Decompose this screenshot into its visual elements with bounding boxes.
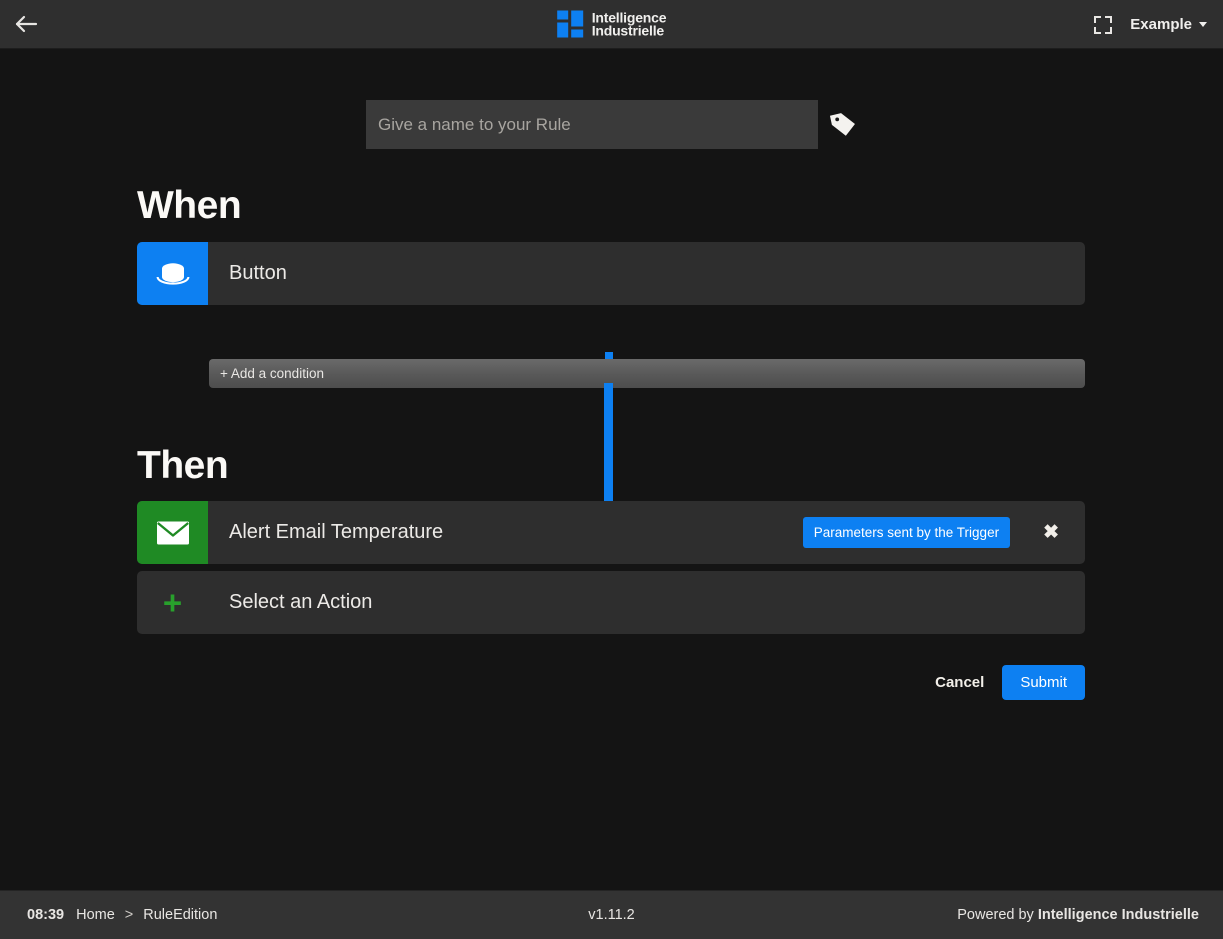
powered-by-brand: Intelligence Industrielle (1037, 907, 1199, 923)
rule-name-row (366, 100, 858, 149)
plus-icon: + (137, 571, 208, 634)
action-row[interactable]: Alert Email Temperature Parameters sent … (137, 501, 1085, 564)
app-version: v1.11.2 (588, 907, 635, 923)
status-time: 08:39 (27, 907, 65, 923)
section-title-when: When (137, 184, 242, 227)
trigger-label: Button (229, 262, 287, 284)
rule-name-input[interactable] (366, 100, 818, 149)
add-condition-button[interactable]: + Add a condition (209, 359, 1085, 388)
trigger-parameters-badge[interactable]: Parameters sent by the Trigger (802, 517, 1011, 548)
user-menu-button[interactable]: Example (1130, 16, 1207, 33)
rule-editor: When Button + Add a condition Then Alert… (0, 49, 1223, 890)
powered-by: Powered by Intelligence Industrielle (957, 907, 1199, 923)
user-menu-label: Example (1130, 16, 1192, 33)
push-button-icon (137, 242, 208, 305)
top-bar: Intelligence Industrielle Example (0, 0, 1223, 49)
chevron-down-icon (1199, 22, 1207, 27)
powered-by-prefix: Powered by (957, 907, 1038, 923)
brand-mark-icon (556, 10, 583, 38)
close-icon[interactable]: ✖ (1043, 523, 1059, 542)
tag-icon[interactable] (828, 110, 858, 140)
cancel-button[interactable]: Cancel (933, 668, 986, 697)
fullscreen-icon[interactable] (1094, 15, 1113, 34)
add-condition-label: + Add a condition (220, 366, 324, 381)
action-label: Alert Email Temperature (229, 521, 444, 543)
brand-logo: Intelligence Industrielle (556, 10, 667, 38)
submit-button[interactable]: Submit (1002, 665, 1085, 700)
breadcrumb-separator: > (124, 907, 134, 923)
brand-line-2: Industrielle (591, 22, 664, 38)
breadcrumb-current: RuleEdition (143, 907, 218, 923)
section-title-then: Then (137, 444, 229, 487)
plus-glyph: + (162, 584, 183, 621)
select-action-label: Select an Action (229, 591, 373, 613)
trigger-row[interactable]: Button (137, 242, 1085, 305)
status-bar: 08:39 Home > RuleEdition v1.11.2 Powered… (0, 890, 1223, 939)
form-actions: Cancel Submit (0, 665, 1223, 700)
envelope-icon (137, 501, 208, 564)
breadcrumb-home[interactable]: Home (76, 907, 115, 923)
breadcrumb: Home > RuleEdition (76, 907, 217, 923)
back-button[interactable] (0, 0, 52, 49)
arrow-left-icon (14, 14, 38, 34)
select-action-row[interactable]: + Select an Action (137, 571, 1085, 634)
